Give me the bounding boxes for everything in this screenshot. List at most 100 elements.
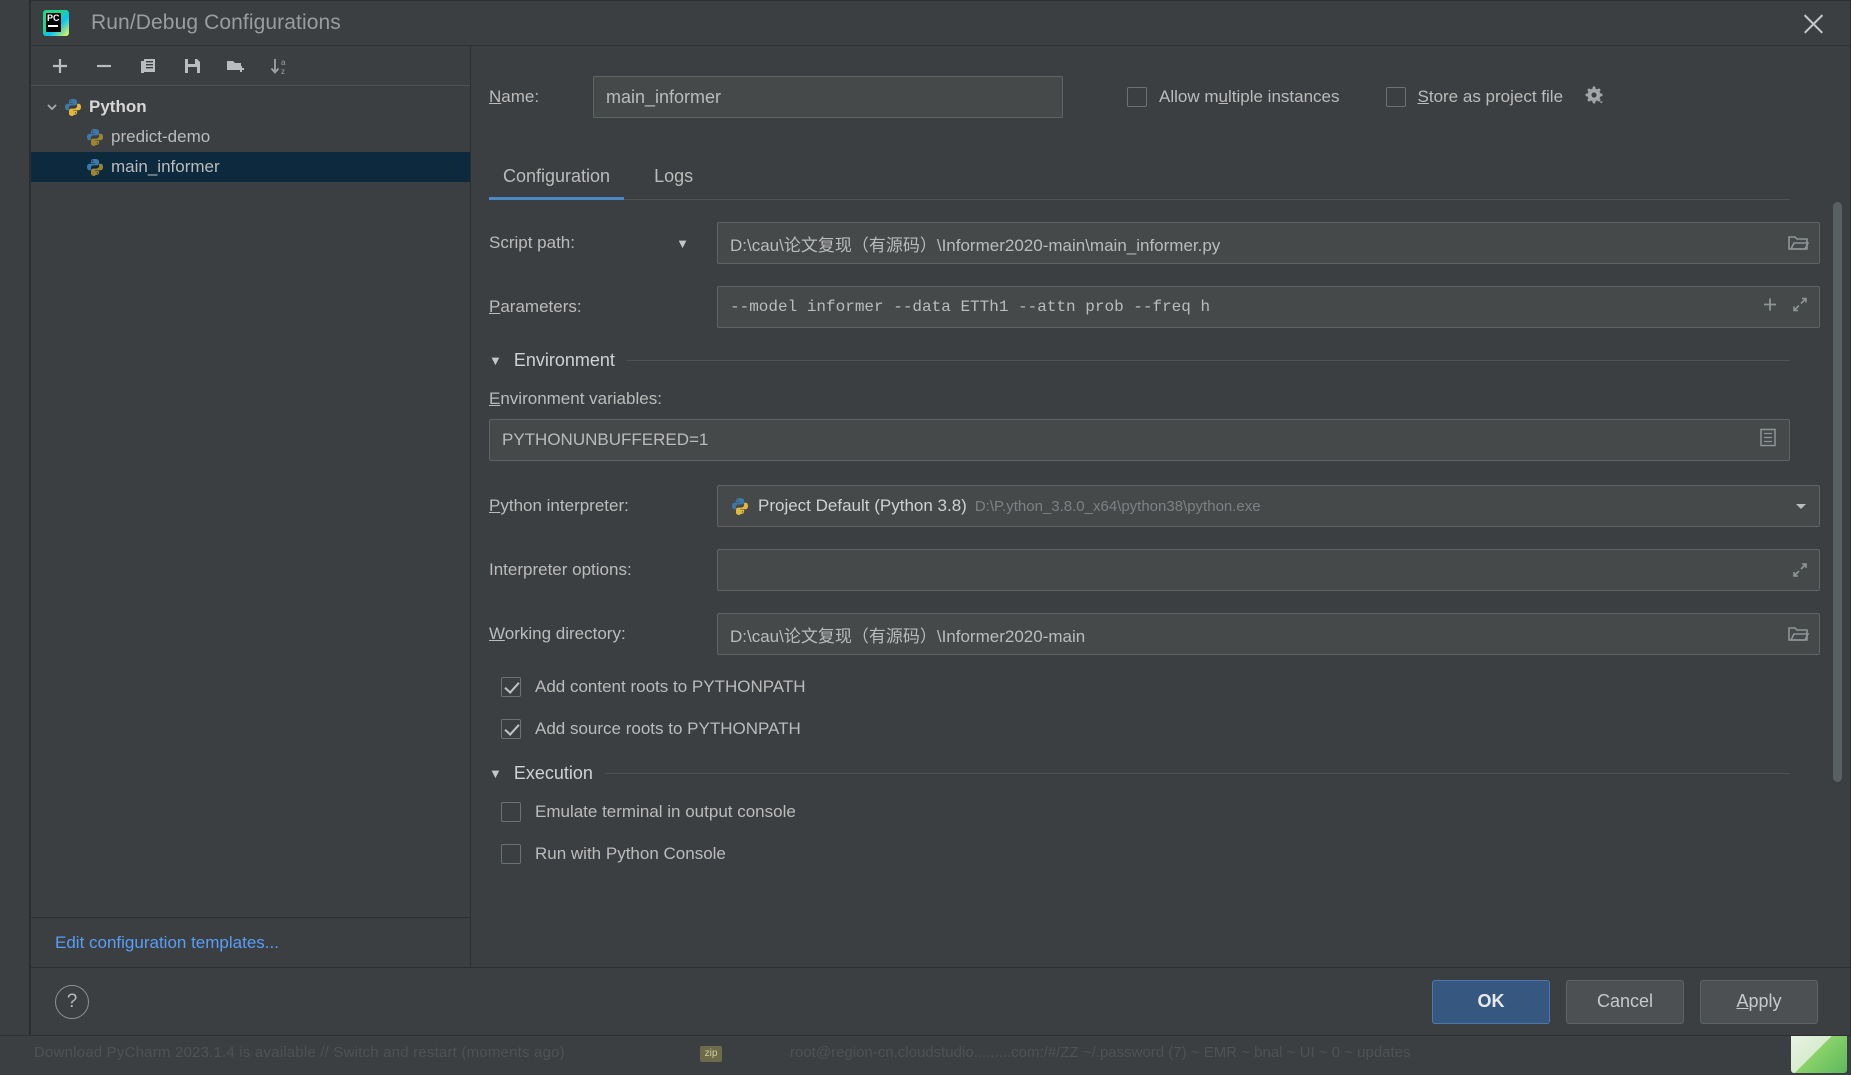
python-icon bbox=[85, 157, 105, 177]
add-source-roots-label: Add source roots to PYTHONPATH bbox=[535, 719, 801, 738]
tree-item-main-informer[interactable]: main_informer bbox=[31, 152, 470, 182]
configurations-tree[interactable]: Python predict-demo main_informer bbox=[31, 86, 470, 917]
python-interpreter-dropdown[interactable]: Project Default (Python 3.8) D:\P.ython_… bbox=[717, 485, 1820, 527]
python-interpreter-label: Python interpreter: bbox=[489, 496, 629, 515]
left-panel-footer: Edit configuration templates... bbox=[31, 917, 470, 967]
name-row: Name: Allow multiple instances Store as … bbox=[471, 72, 1820, 122]
environment-section-header[interactable]: ▼ Environment bbox=[489, 350, 1820, 371]
script-path-label[interactable]: Script path: ▼ bbox=[489, 233, 717, 253]
python-interpreter-value: Project Default (Python 3.8) bbox=[758, 496, 967, 515]
plus-icon[interactable] bbox=[1761, 296, 1779, 319]
tree-item-predict-demo[interactable]: predict-demo bbox=[31, 122, 470, 152]
tab-configuration[interactable]: Configuration bbox=[489, 166, 625, 200]
execution-section-header[interactable]: ▼ Execution bbox=[489, 763, 1820, 784]
python-icon bbox=[85, 127, 105, 147]
python-icon bbox=[63, 97, 83, 117]
ok-button[interactable]: OK bbox=[1432, 979, 1550, 1024]
sort-configurations-button[interactable]: a z bbox=[263, 51, 297, 81]
configuration-tabs: Configuration Logs bbox=[489, 148, 1790, 200]
edit-configuration-templates-link[interactable]: Edit configuration templates... bbox=[55, 933, 279, 953]
environment-variables-label: Environment variables: bbox=[489, 389, 662, 408]
apply-button[interactable]: Apply bbox=[1700, 979, 1818, 1024]
chevron-down-icon[interactable] bbox=[1793, 498, 1809, 514]
help-icon[interactable]: ? bbox=[55, 984, 89, 1019]
run-debug-configurations-dialog: PC Run/Debug Configurations a z Python p… bbox=[30, 0, 1851, 1036]
tab-logs[interactable]: Logs bbox=[640, 166, 707, 199]
details-scrollbar[interactable] bbox=[1833, 202, 1842, 782]
checkbox-box[interactable] bbox=[1385, 87, 1406, 107]
run-with-python-console-label: Run with Python Console bbox=[535, 844, 726, 863]
checkbox-box[interactable] bbox=[501, 677, 521, 697]
checkbox-box[interactable] bbox=[501, 802, 521, 822]
dialog-footer: ? OK Cancel Apply bbox=[31, 967, 1850, 1035]
configurations-toolbar: a z bbox=[31, 46, 470, 86]
interpreter-options-row: Interpreter options: bbox=[489, 549, 1820, 591]
script-path-row: Script path: ▼ D:\cau\论文复现（有源码）\Informer… bbox=[489, 222, 1820, 264]
allow-multiple-instances-checkbox[interactable]: Allow multiple instances bbox=[1127, 87, 1340, 107]
store-as-project-file-checkbox[interactable]: Store as project file bbox=[1385, 84, 1606, 111]
ide-left-strip bbox=[0, 0, 30, 1075]
dialog-title: Run/Debug Configurations bbox=[91, 11, 341, 34]
add-configuration-button[interactable] bbox=[43, 51, 77, 81]
tree-group-python[interactable]: Python bbox=[31, 92, 470, 122]
python-icon bbox=[730, 496, 750, 516]
save-configuration-button[interactable] bbox=[175, 51, 209, 81]
gear-dropdown-icon[interactable] bbox=[1583, 84, 1605, 111]
tree-item-label: main_informer bbox=[111, 157, 220, 176]
folder-browse-icon[interactable] bbox=[1787, 624, 1809, 644]
configuration-details-panel: Name: Allow multiple instances Store as … bbox=[471, 46, 1850, 967]
parameters-label: Parameters: bbox=[489, 297, 582, 316]
python-interpreter-path: D:\P.ython_3.8.0_x64\python38\python.exe bbox=[974, 497, 1261, 515]
name-input[interactable] bbox=[593, 76, 1063, 118]
store-as-project-file-label: Store as project file bbox=[1417, 87, 1564, 106]
chevron-down-icon[interactable] bbox=[41, 100, 63, 114]
triangle-down-icon[interactable]: ▼ bbox=[489, 766, 502, 781]
checkbox-box[interactable] bbox=[501, 844, 521, 864]
svg-text:a: a bbox=[281, 58, 286, 67]
pycharm-window: Download PyCharm 2023.1.4 is available /… bbox=[0, 0, 1851, 1075]
remove-configuration-button[interactable] bbox=[87, 51, 121, 81]
folder-browse-icon[interactable] bbox=[1787, 233, 1809, 253]
working-directory-input[interactable]: D:\cau\论文复现（有源码）\Informer2020-main bbox=[717, 613, 1820, 655]
expand-editor-icon[interactable] bbox=[1791, 561, 1809, 579]
name-label: Name: bbox=[489, 87, 540, 106]
configurations-panel: a z Python predict-demo main_informer Ed… bbox=[31, 46, 471, 967]
checkbox-box[interactable] bbox=[1127, 87, 1147, 107]
move-into-folder-button[interactable] bbox=[219, 51, 253, 81]
parameters-input[interactable]: --model informer --data ETTh1 --attn pro… bbox=[717, 286, 1820, 328]
environment-variables-value: PYTHONUNBUFFERED=1 bbox=[502, 430, 709, 449]
checkbox-box[interactable] bbox=[501, 719, 521, 739]
add-content-roots-label: Add content roots to PYTHONPATH bbox=[535, 677, 806, 696]
script-path-label-text: Script path: bbox=[489, 233, 575, 252]
section-divider bbox=[604, 773, 1790, 774]
chevron-down-icon[interactable]: ▼ bbox=[676, 236, 689, 251]
tree-group-label: Python bbox=[89, 97, 147, 116]
status-bar-chip: zip bbox=[700, 1046, 722, 1062]
python-interpreter-row: Python interpreter: Project Default (Pyt… bbox=[489, 485, 1820, 527]
emulate-terminal-label: Emulate terminal in output console bbox=[535, 802, 796, 821]
script-path-value: D:\cau\论文复现（有源码）\Informer2020-main\main_… bbox=[730, 235, 1221, 255]
cancel-button[interactable]: Cancel bbox=[1566, 979, 1684, 1024]
env-list-icon[interactable] bbox=[1759, 428, 1777, 453]
add-content-roots-checkbox[interactable]: Add content roots to PYTHONPATH bbox=[501, 677, 1820, 697]
interpreter-options-input[interactable] bbox=[717, 549, 1820, 591]
parameters-row: Parameters: --model informer --data ETTh… bbox=[489, 286, 1820, 328]
close-icon[interactable] bbox=[1798, 9, 1828, 39]
environment-variables-block: Environment variables: PYTHONUNBUFFERED=… bbox=[489, 389, 1820, 461]
environment-variables-input[interactable]: PYTHONUNBUFFERED=1 bbox=[489, 419, 1790, 461]
script-path-input[interactable]: D:\cau\论文复现（有源码）\Informer2020-main\main_… bbox=[717, 222, 1820, 264]
emulate-terminal-checkbox[interactable]: Emulate terminal in output console bbox=[501, 802, 1820, 822]
scrollbar-thumb[interactable] bbox=[1833, 202, 1842, 782]
working-directory-label: Working directory: bbox=[489, 624, 626, 643]
triangle-down-icon[interactable]: ▼ bbox=[489, 353, 502, 368]
allow-multiple-instances-label: Allow multiple instances bbox=[1159, 87, 1340, 106]
expand-editor-icon[interactable] bbox=[1791, 296, 1809, 319]
run-with-python-console-checkbox[interactable]: Run with Python Console bbox=[501, 844, 1820, 864]
working-directory-value: D:\cau\论文复现（有源码）\Informer2020-main bbox=[730, 626, 1086, 646]
pycharm-logo-icon: PC bbox=[43, 10, 69, 36]
copy-configuration-button[interactable] bbox=[131, 51, 165, 81]
parameters-value: --model informer --data ETTh1 --attn pro… bbox=[730, 298, 1211, 316]
ide-status-bar: Download PyCharm 2023.1.4 is available /… bbox=[0, 1035, 1851, 1075]
add-source-roots-checkbox[interactable]: Add source roots to PYTHONPATH bbox=[501, 719, 1820, 739]
environment-section-title: Environment bbox=[513, 350, 615, 370]
